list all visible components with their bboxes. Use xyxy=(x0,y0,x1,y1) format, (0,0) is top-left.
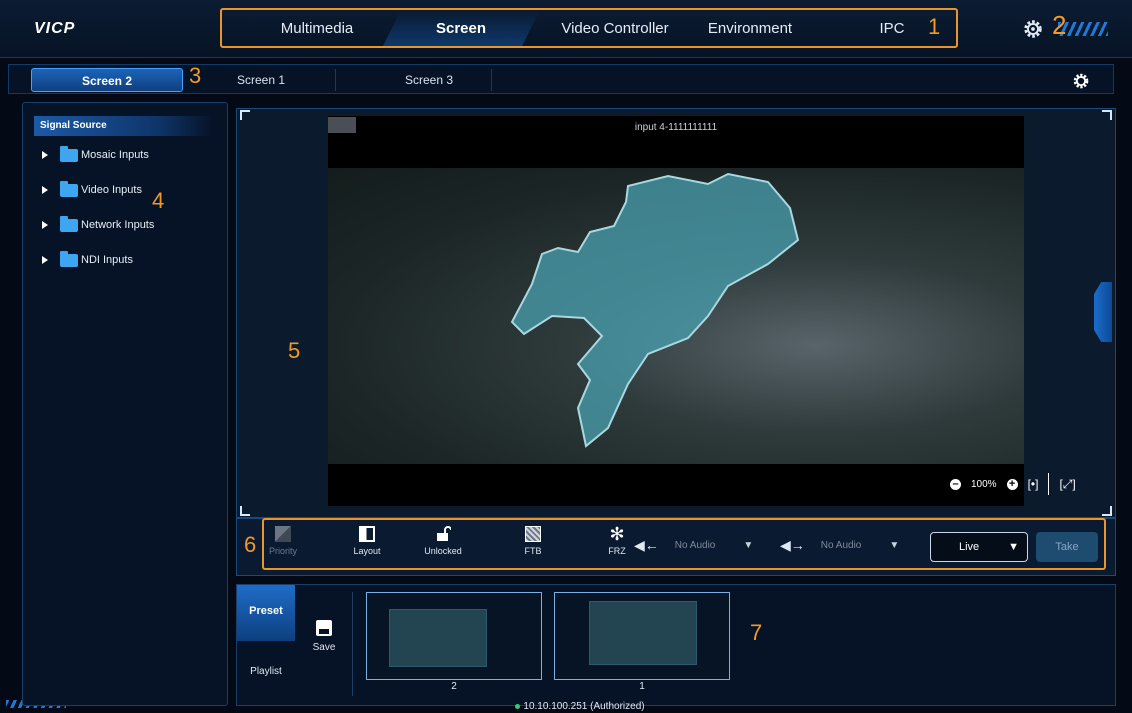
freeze-label: FRZ xyxy=(608,546,626,556)
fullscreen-icon[interactable]: [⤢] xyxy=(1059,477,1075,492)
tree-item-mosaic-inputs[interactable]: Mosaic Inputs xyxy=(42,145,149,164)
save-preset-button[interactable]: Save xyxy=(304,620,344,653)
corner-mark xyxy=(240,110,250,120)
input-label: input 4-1111111111 xyxy=(634,122,718,133)
fit-screen-icon[interactable]: [•] xyxy=(1028,477,1039,491)
folder-icon xyxy=(60,145,78,162)
tree-item-video-inputs[interactable]: Video Inputs xyxy=(42,180,142,199)
tree-item-label: NDI Inputs xyxy=(81,254,133,266)
thumbnail-window xyxy=(389,609,487,667)
expand-arrow-icon[interactable] xyxy=(42,256,48,264)
audio-input-select[interactable]: ◀← No Audio ▼ xyxy=(634,530,774,560)
corner-mark xyxy=(1102,506,1112,516)
folder-icon xyxy=(60,215,78,232)
panel-divider xyxy=(352,592,353,696)
tab-divider xyxy=(335,69,336,91)
mode-select[interactable]: Live ▼ xyxy=(930,532,1028,562)
corner-mark xyxy=(1102,110,1112,120)
tab-screen-2[interactable]: Screen 2 xyxy=(31,68,183,92)
preset-number: 1 xyxy=(639,681,645,692)
gear-icon[interactable] xyxy=(1072,72,1090,90)
tree-item-label: Mosaic Inputs xyxy=(81,149,149,161)
zoom-controls: – 100% + [•] [⤢] xyxy=(950,473,1076,495)
thumbnail-window xyxy=(589,601,697,665)
callout-1: 1 xyxy=(928,14,941,39)
map-region-shape xyxy=(510,172,800,448)
callout-4: 4 xyxy=(152,188,165,213)
chevron-down-icon: ▼ xyxy=(1008,541,1019,553)
unlock-icon xyxy=(435,526,452,542)
callout-3: 3 xyxy=(189,63,202,88)
audio-out-value: No Audio xyxy=(820,539,862,551)
audio-output-select[interactable]: ◀→ No Audio ▼ xyxy=(780,530,920,560)
screen-tab-bar: Screen 2 3 Screen 1 Screen 3 xyxy=(8,63,1114,95)
lock-button[interactable]: Unlocked xyxy=(418,526,468,556)
tab-playlist[interactable]: Playlist xyxy=(237,644,295,700)
status-text: 10.10.100.251 (Authorized) xyxy=(523,701,645,712)
speaker-in-icon: ◀← xyxy=(634,536,659,553)
zoom-in-icon[interactable]: + xyxy=(1006,478,1018,490)
callout-7: 7 xyxy=(750,620,763,645)
chevron-down-icon: ▼ xyxy=(743,539,754,551)
expand-arrow-icon[interactable] xyxy=(42,186,48,194)
tab-screen-1[interactable]: Screen 1 xyxy=(237,65,285,95)
tree-item-label: Video Inputs xyxy=(81,184,142,196)
tab-screen-3[interactable]: Screen 3 xyxy=(405,65,453,95)
layout-label: Layout xyxy=(353,546,381,556)
video-frame xyxy=(328,168,1024,464)
expand-arrow-icon[interactable] xyxy=(42,151,48,159)
mode-value: Live xyxy=(959,541,980,553)
callout-2: 2 xyxy=(1052,10,1067,40)
folder-icon xyxy=(60,250,78,267)
app-logo: VICP xyxy=(34,20,76,37)
folder-icon xyxy=(60,180,78,197)
preset-number: 2 xyxy=(451,681,457,692)
tree-item-ndi-inputs[interactable]: NDI Inputs xyxy=(42,250,133,269)
priority-button[interactable]: Priority xyxy=(258,526,308,556)
zoom-divider xyxy=(1048,473,1050,495)
priority-icon xyxy=(275,526,291,542)
callout-5: 5 xyxy=(288,338,301,363)
audio-in-value: No Audio xyxy=(674,539,716,551)
take-button[interactable]: Take xyxy=(1036,532,1098,562)
priority-label: Priority xyxy=(268,546,297,556)
tab-divider xyxy=(491,69,492,91)
tree-item-label: Network Inputs xyxy=(81,219,155,231)
expand-arrow-icon[interactable] xyxy=(42,221,48,229)
collapse-panel-icon[interactable] xyxy=(1094,282,1112,342)
zoom-level: 100% xyxy=(971,478,997,490)
speaker-out-icon: ◀→ xyxy=(780,536,805,553)
callout-6: 6 xyxy=(244,532,257,557)
corner-mark xyxy=(240,506,250,516)
preset-thumbnail[interactable] xyxy=(554,592,730,680)
zoom-out-icon[interactable]: – xyxy=(950,478,961,490)
ftb-icon xyxy=(525,526,541,542)
save-label: Save xyxy=(312,642,336,653)
callout-box-nav xyxy=(220,8,958,48)
preset-thumbnail[interactable] xyxy=(366,592,542,680)
gear-icon[interactable] xyxy=(1022,18,1044,40)
signal-source-header: Signal Source xyxy=(34,116,214,136)
chevron-down-icon: ▼ xyxy=(889,539,900,551)
status-dot-icon xyxy=(515,703,521,709)
connection-status: 10.10.100.251 (Authorized) xyxy=(450,701,710,712)
lock-label: Unlocked xyxy=(424,546,462,556)
save-icon xyxy=(316,620,332,636)
tab-preset[interactable]: Preset xyxy=(237,585,295,641)
snowflake-icon: ✻ xyxy=(609,524,625,544)
layout-icon xyxy=(359,526,375,542)
ftb-button[interactable]: FTB xyxy=(508,526,558,556)
ftb-label: FTB xyxy=(524,546,542,556)
tree-item-network-inputs[interactable]: Network Inputs xyxy=(42,215,155,234)
layout-button[interactable]: Layout xyxy=(342,526,392,556)
